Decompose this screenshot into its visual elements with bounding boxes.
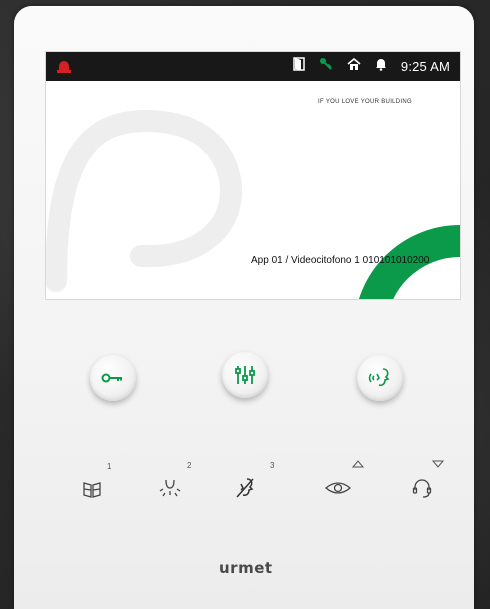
- eye-icon: [324, 482, 352, 494]
- mute-icon: [236, 478, 254, 498]
- status-bar: 9:25 AM: [46, 52, 460, 81]
- bell-icon: [375, 57, 387, 76]
- light-icon: [159, 479, 181, 497]
- settings-button[interactable]: [222, 352, 268, 398]
- headset-key[interactable]: [402, 468, 442, 508]
- display-screen: 9:25 AM IF YOU LOVE YOUR BUILDING App 01…: [46, 52, 460, 299]
- light-key[interactable]: [150, 468, 190, 508]
- screen-content: IF YOU LOVE YOUR BUILDING App 01 / Video…: [46, 81, 460, 299]
- headset-icon: [412, 479, 432, 498]
- camera-key[interactable]: [318, 468, 358, 508]
- key-number-2: 2: [187, 461, 192, 470]
- device-label: App 01 / Videocitofono 1 010101010200: [251, 255, 429, 266]
- door-icon: [293, 57, 305, 76]
- arrow-up-icon: [352, 460, 364, 468]
- key-icon: [319, 57, 333, 76]
- call-button[interactable]: [357, 355, 403, 401]
- tagline: IF YOU LOVE YOUR BUILDING: [318, 99, 412, 105]
- key-number-3: 3: [270, 461, 275, 470]
- key-icon: [101, 373, 122, 383]
- key-number-1: 1: [107, 462, 112, 471]
- device-code: 010101010200: [362, 255, 430, 266]
- alarm-icon[interactable]: [56, 59, 72, 78]
- sliders-icon: [235, 366, 255, 384]
- mute-key[interactable]: [225, 468, 265, 508]
- key-button[interactable]: [90, 355, 136, 401]
- home-icon: [347, 57, 361, 76]
- gate-key[interactable]: [72, 470, 112, 510]
- clock: 9:25 AM: [400, 59, 450, 74]
- arrow-down-icon: [432, 460, 444, 468]
- brand-logo: urmet: [219, 559, 273, 577]
- gate-icon: [83, 482, 101, 498]
- brand-watermark: [46, 109, 460, 299]
- device-name: App 01 / Videocitofono 1: [251, 255, 360, 266]
- voice-call-icon: [368, 368, 390, 387]
